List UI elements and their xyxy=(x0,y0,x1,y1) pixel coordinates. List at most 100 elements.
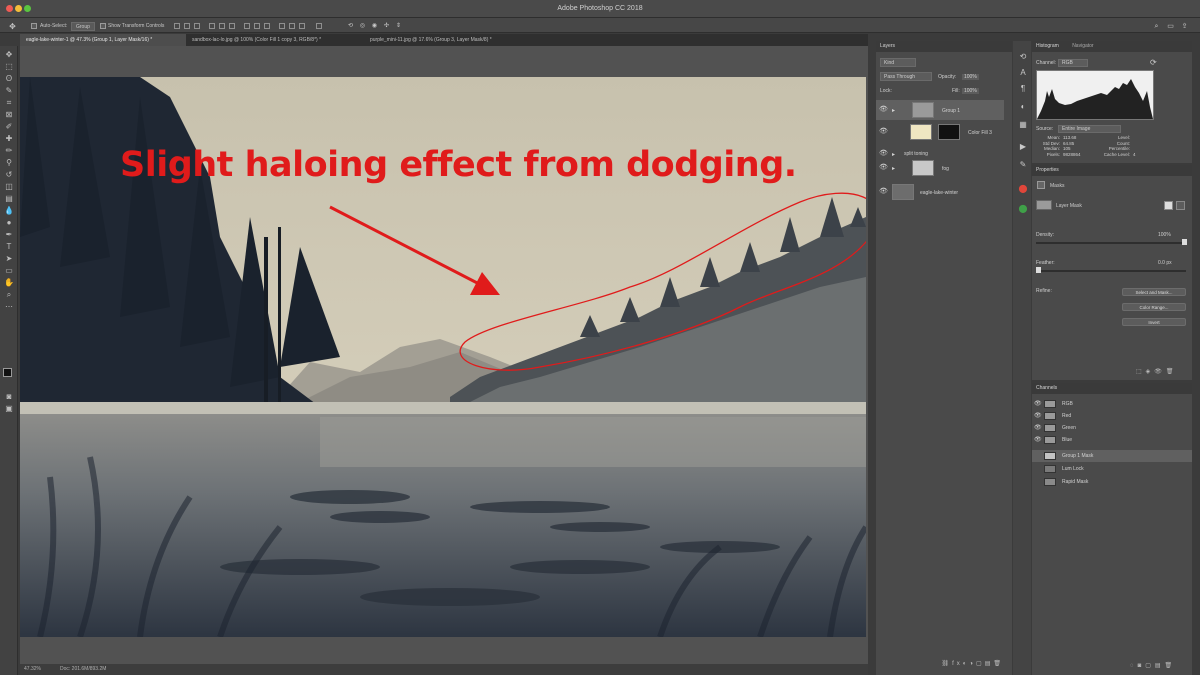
path-selection-tool-icon[interactable]: ➤ xyxy=(4,254,14,264)
workspace-icon[interactable]: ▭ xyxy=(1166,22,1175,31)
history-panel-icon[interactable]: ⟲ xyxy=(1018,52,1028,62)
3d-mode-icon[interactable]: ⟲ xyxy=(346,22,355,31)
styles-panel-icon[interactable]: ▦ xyxy=(1018,120,1028,130)
filter-kind-dropdown[interactable]: Kind xyxy=(880,58,916,67)
visibility-eye-icon[interactable]: 👁 xyxy=(879,188,888,196)
zoom-level[interactable]: 47.32% xyxy=(24,664,41,675)
align-right-icon[interactable] xyxy=(229,23,235,29)
feather-value[interactable]: 0.0 px xyxy=(1158,260,1172,266)
visibility-eye-icon[interactable]: 👁 xyxy=(879,106,888,114)
frame-tool-icon[interactable]: ⊠ xyxy=(4,110,14,120)
color-range-button[interactable]: Color Range... xyxy=(1122,303,1186,311)
screen-mode-icon[interactable]: ▣ xyxy=(4,404,14,414)
tab-document-1[interactable]: eagle-lake-winter-1 @ 47.3% (Group 1, La… xyxy=(20,34,186,46)
align-top-icon[interactable] xyxy=(174,23,180,29)
distribute-middle-icon[interactable] xyxy=(254,23,260,29)
3d-orbit-icon[interactable]: ◎ xyxy=(358,22,367,31)
zoom-tool-icon[interactable]: ⌕ xyxy=(4,290,14,300)
density-slider[interactable] xyxy=(1036,242,1186,244)
tab-histogram[interactable]: Histogram xyxy=(1036,43,1059,49)
distribute-left-icon[interactable] xyxy=(279,23,285,29)
density-slider-handle[interactable] xyxy=(1182,239,1187,245)
type-tool-icon[interactable]: T xyxy=(4,242,14,252)
visibility-eye-icon[interactable]: 👁 xyxy=(879,150,888,158)
foreground-color-swatch[interactable] xyxy=(3,368,12,377)
tab-navigator[interactable]: Navigator xyxy=(1072,43,1093,49)
align-center-icon[interactable] xyxy=(219,23,225,29)
brushes-panel-icon[interactable]: ✎ xyxy=(1018,160,1028,170)
more-tools-icon[interactable]: ⋯ xyxy=(4,302,14,312)
dodge-tool-icon[interactable]: ● xyxy=(4,218,14,228)
search-icon[interactable]: ⌕ xyxy=(1152,22,1161,31)
align-middle-icon[interactable] xyxy=(184,23,190,29)
document-image[interactable]: Slight haloing effect from dodging. xyxy=(20,77,866,637)
properties-footer-icons[interactable]: ⬚◈👁🗑 xyxy=(1136,368,1190,375)
paragraph-panel-icon[interactable]: ¶ xyxy=(1018,84,1028,94)
channel-row-rapid-mask[interactable]: Rapid Mask xyxy=(1032,476,1192,488)
invert-button[interactable]: Invert xyxy=(1122,318,1186,326)
3d-pan-icon[interactable]: ✣ xyxy=(382,22,391,31)
actions-panel-icon[interactable]: ▶ xyxy=(1018,142,1028,152)
auto-align-icon[interactable] xyxy=(316,23,322,29)
channel-row-red[interactable]: 👁 Red xyxy=(1032,410,1192,422)
character-panel-icon[interactable]: A xyxy=(1018,68,1028,78)
doc-size[interactable]: Doc: 201.6M/893.2M xyxy=(60,664,106,675)
channel-dropdown[interactable]: RGB xyxy=(1058,59,1088,67)
visibility-eye-icon[interactable]: 👁 xyxy=(1034,422,1042,434)
quick-mask-icon[interactable]: ◙ xyxy=(4,392,14,402)
visibility-eye-icon[interactable]: 👁 xyxy=(1034,434,1042,446)
distribute-right-icon[interactable] xyxy=(299,23,305,29)
layer-row-eagle-lake-winter[interactable]: 👁 eagle-lake-winter xyxy=(876,182,1004,202)
align-left-icon[interactable] xyxy=(209,23,215,29)
auto-select-dropdown[interactable]: Group xyxy=(71,22,95,31)
tab-document-3[interactable]: purple_mini-11.jpg @ 17.6% (Group 3, Lay… xyxy=(364,34,524,46)
auto-select-checkbox[interactable] xyxy=(31,23,37,29)
layer-row-group-1[interactable]: 👁 ▸ Group 1 xyxy=(876,100,1004,120)
pixel-mask-button[interactable] xyxy=(1164,201,1173,210)
visibility-eye-icon[interactable]: 👁 xyxy=(1034,398,1042,410)
blend-mode-dropdown[interactable]: Pass Through xyxy=(880,72,932,81)
brush-tool-icon[interactable]: ✏ xyxy=(4,146,14,156)
plugin-panel-icon-green[interactable]: ⬤ xyxy=(1018,204,1028,214)
marquee-tool-icon[interactable]: ⬚ xyxy=(4,62,14,72)
refresh-icon[interactable]: ⟳ xyxy=(1150,58,1157,67)
vector-mask-button[interactable] xyxy=(1176,201,1185,210)
visibility-eye-icon[interactable]: 👁 xyxy=(879,164,888,172)
visibility-eye-icon[interactable]: 👁 xyxy=(879,128,888,136)
layer-mask-thumbnail[interactable] xyxy=(1036,200,1052,210)
channel-row-blue[interactable]: 👁 Blue xyxy=(1032,434,1192,446)
layers-footer-icons[interactable]: ⛓fx◐◑▢▤🗑 xyxy=(876,660,1012,671)
layer-row-color-fill-3[interactable]: 👁 Color Fill 3 xyxy=(876,122,1004,142)
channels-panel-title[interactable]: Channels xyxy=(1036,385,1057,391)
share-icon[interactable]: ⇪ xyxy=(1180,22,1189,31)
fill-value[interactable]: 100% xyxy=(962,88,979,94)
crop-tool-icon[interactable]: ⌗ xyxy=(4,98,14,108)
eraser-tool-icon[interactable]: ◫ xyxy=(4,182,14,192)
channels-footer-icons[interactable]: ◌◙▢▤🗑 xyxy=(1130,662,1190,669)
density-value[interactable]: 100% xyxy=(1158,232,1171,238)
quick-select-tool-icon[interactable]: ✎ xyxy=(4,86,14,96)
feather-slider-handle[interactable] xyxy=(1036,267,1041,273)
rectangle-tool-icon[interactable]: ▭ xyxy=(4,266,14,276)
move-tool-icon[interactable]: ✥ xyxy=(8,22,17,31)
3d-slide-icon[interactable]: ⇕ xyxy=(394,22,403,31)
distribute-center-icon[interactable] xyxy=(289,23,295,29)
source-dropdown[interactable]: Entire Image xyxy=(1058,125,1122,133)
show-transform-checkbox[interactable] xyxy=(100,23,106,29)
move-tool-icon[interactable]: ✥ xyxy=(4,50,14,60)
distribute-bottom-icon[interactable] xyxy=(264,23,270,29)
align-bottom-icon[interactable] xyxy=(194,23,200,29)
channel-row-group-1-mask[interactable]: Group 1 Mask xyxy=(1032,450,1192,462)
3d-roll-icon[interactable]: ◉ xyxy=(370,22,379,31)
adjustments-panel-icon[interactable]: ◐ xyxy=(1018,102,1028,112)
visibility-eye-icon[interactable]: 👁 xyxy=(1034,410,1042,422)
pen-tool-icon[interactable]: ✒ xyxy=(4,230,14,240)
feather-slider[interactable] xyxy=(1036,270,1186,272)
opacity-value[interactable]: 100% xyxy=(962,74,979,80)
tab-document-2[interactable]: sandbox-lac-lo.jpg @ 100% (Color Fill 1 … xyxy=(186,34,364,46)
eyedropper-tool-icon[interactable]: ✐ xyxy=(4,122,14,132)
distribute-top-icon[interactable] xyxy=(244,23,250,29)
lasso-tool-icon[interactable]: ʘ xyxy=(4,74,14,84)
healing-brush-tool-icon[interactable]: ✚ xyxy=(4,134,14,144)
history-brush-tool-icon[interactable]: ↺ xyxy=(4,170,14,180)
